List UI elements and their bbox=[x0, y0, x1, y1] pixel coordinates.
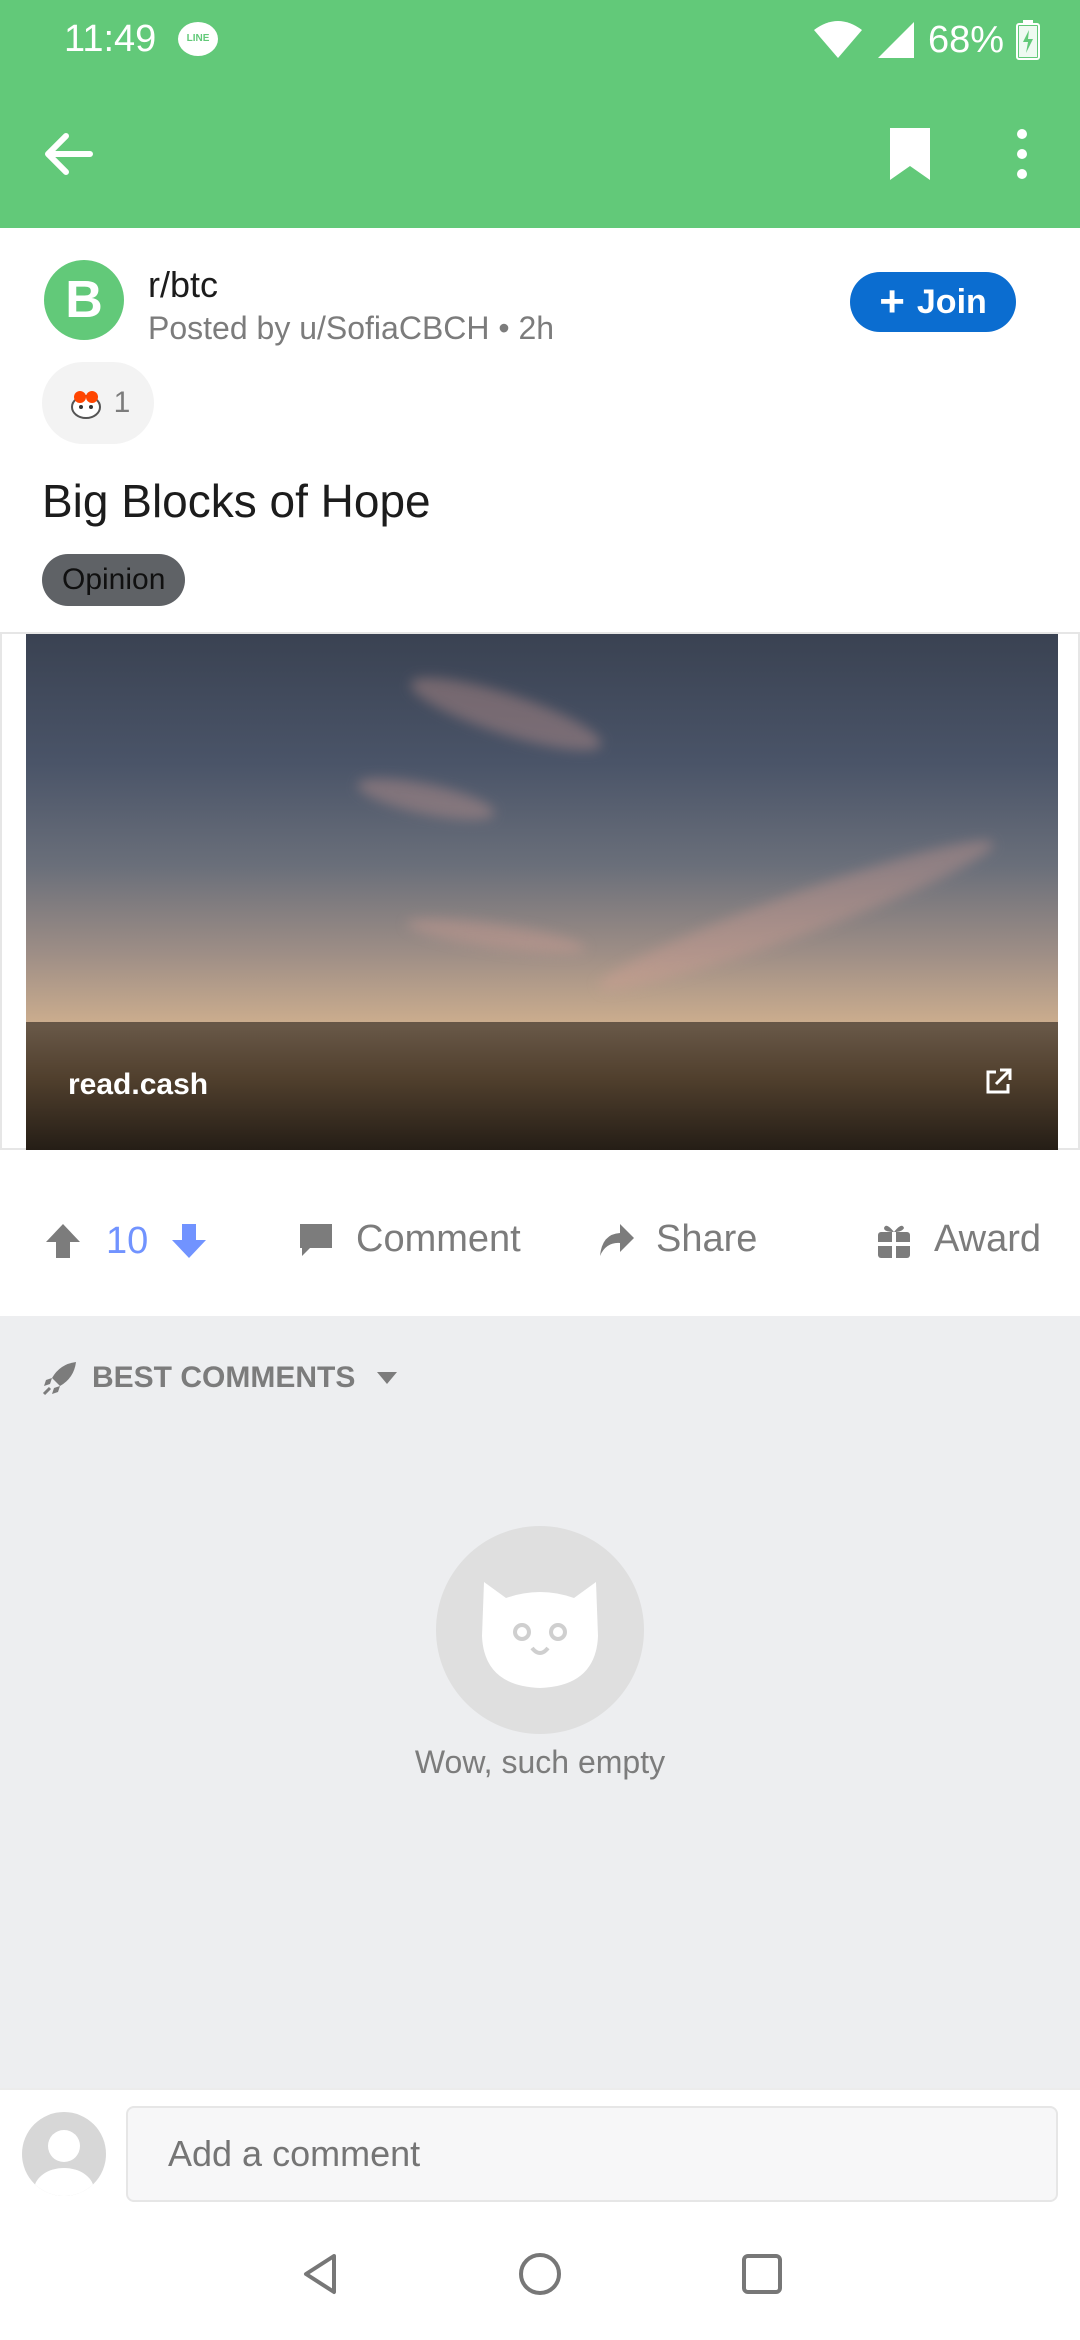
link-source-domain: read.cash bbox=[68, 1068, 209, 1101]
external-link-icon bbox=[986, 1068, 1012, 1094]
nav-home-icon[interactable] bbox=[516, 2250, 564, 2298]
link-preview-image[interactable]: read.cash bbox=[26, 634, 1058, 1150]
empty-state-text: Wow, such empty bbox=[414, 1744, 666, 1780]
join-button[interactable]: + Join bbox=[850, 272, 1016, 332]
signal-icon bbox=[877, 22, 914, 58]
award-button[interactable]: Award bbox=[874, 1218, 1041, 1261]
comments-section: BEST COMMENTS Wow, such empty bbox=[0, 1316, 1080, 2088]
back-arrow-icon[interactable] bbox=[40, 126, 96, 182]
system-nav-bar bbox=[0, 2218, 1080, 2340]
status-bar: 11:49 LINE 68% bbox=[0, 0, 1080, 80]
upvote-icon[interactable] bbox=[44, 1222, 82, 1260]
subreddit-avatar[interactable]: B bbox=[44, 260, 124, 340]
more-vert-icon[interactable] bbox=[1006, 124, 1038, 184]
status-right-group: 68% bbox=[812, 16, 1040, 64]
award-label: Award bbox=[934, 1218, 1042, 1260]
comment-label: Comment bbox=[356, 1218, 521, 1260]
comment-sort-label: BEST COMMENTS bbox=[92, 1361, 356, 1394]
post-actions: 10 Comment Share Award bbox=[0, 1160, 1080, 1316]
add-comment-input[interactable] bbox=[126, 2106, 1058, 2202]
link-source-bar: read.cash bbox=[26, 1022, 1058, 1150]
plus-icon: + bbox=[879, 277, 905, 326]
downvote-icon[interactable] bbox=[170, 1222, 208, 1260]
share-button[interactable]: Share bbox=[596, 1218, 757, 1261]
share-label: Share bbox=[656, 1218, 758, 1260]
empty-state-illustration bbox=[436, 1526, 644, 1734]
comment-icon bbox=[300, 1223, 332, 1256]
battery-charging-icon bbox=[1016, 20, 1040, 60]
cat-face-icon bbox=[482, 1582, 598, 1688]
nav-back-icon[interactable] bbox=[296, 2250, 344, 2298]
user-avatar[interactable] bbox=[22, 2112, 106, 2196]
post-title: Big Blocks of Hope bbox=[42, 475, 431, 527]
caret-down-icon bbox=[377, 1372, 398, 1384]
nav-recents-icon[interactable] bbox=[738, 2250, 786, 2298]
post-flair[interactable]: Opinion bbox=[42, 554, 186, 606]
award-count: 1 bbox=[113, 386, 131, 419]
vote-count: 10 bbox=[106, 1220, 149, 1262]
share-icon bbox=[600, 1223, 634, 1256]
comment-sort-dropdown[interactable]: BEST COMMENTS bbox=[42, 1360, 398, 1396]
comment-button[interactable]: Comment bbox=[296, 1218, 521, 1261]
user-avatar-icon bbox=[34, 2130, 94, 2196]
posted-by[interactable]: Posted by u/SofiaCBCH • 2h bbox=[148, 310, 554, 347]
status-time: 11:49 bbox=[64, 18, 157, 60]
subreddit-name[interactable]: r/btc bbox=[148, 264, 218, 306]
app-bar bbox=[0, 80, 1080, 228]
gift-icon bbox=[878, 1225, 910, 1258]
join-label: Join bbox=[916, 282, 987, 321]
link-preview-card[interactable]: read.cash bbox=[0, 632, 1080, 1150]
add-comment-bar bbox=[0, 2088, 1080, 2218]
award-chip[interactable]: 1 bbox=[42, 362, 154, 444]
line-app-icon: LINE bbox=[178, 22, 218, 56]
rocket-icon bbox=[42, 1362, 76, 1396]
bookmark-icon[interactable] bbox=[880, 124, 940, 184]
battery-percent: 68% bbox=[927, 18, 1004, 61]
wifi-icon bbox=[813, 21, 862, 58]
snoo-award-icon bbox=[70, 391, 101, 419]
